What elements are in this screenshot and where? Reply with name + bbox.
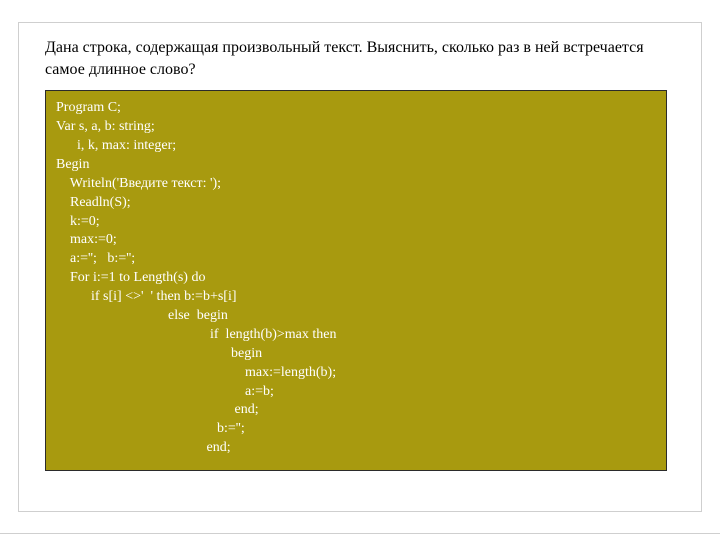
code-line: k:=0; <box>56 214 100 229</box>
code-line: a:=''; b:=''; <box>56 251 135 266</box>
code-line: end; <box>56 402 259 417</box>
slide-inner: Дана строка, содержащая произвольный тек… <box>18 22 702 512</box>
code-line: For i:=1 to Length(s) do <box>56 270 205 285</box>
footer-divider <box>0 533 720 534</box>
code-line: Readln(S); <box>56 195 131 210</box>
code-line: else begin <box>56 308 228 323</box>
code-line: Program C; <box>56 100 121 115</box>
code-block: Program C; Var s, a, b: string; i, k, ma… <box>45 90 667 471</box>
code-line: end; <box>56 440 231 455</box>
code-line: i, k, max: integer; <box>56 138 176 153</box>
code-line: if s[i] <>' ' then b:=b+s[i] <box>56 289 237 304</box>
slide-container: Дана строка, содержащая произвольный тек… <box>0 0 720 540</box>
code-line: begin <box>56 346 262 361</box>
code-line: max:=0; <box>56 232 117 247</box>
code-line: a:=b; <box>56 384 274 399</box>
code-line: Writeln('Введите текст: '); <box>56 176 221 191</box>
code-line: if length(b)>max then <box>56 327 336 342</box>
code-line: Begin <box>56 157 89 172</box>
task-description: Дана строка, содержащая произвольный тек… <box>45 37 679 80</box>
code-line: b:=''; <box>56 421 245 436</box>
code-line: Var s, a, b: string; <box>56 119 155 134</box>
code-line: max:=length(b); <box>56 365 336 380</box>
